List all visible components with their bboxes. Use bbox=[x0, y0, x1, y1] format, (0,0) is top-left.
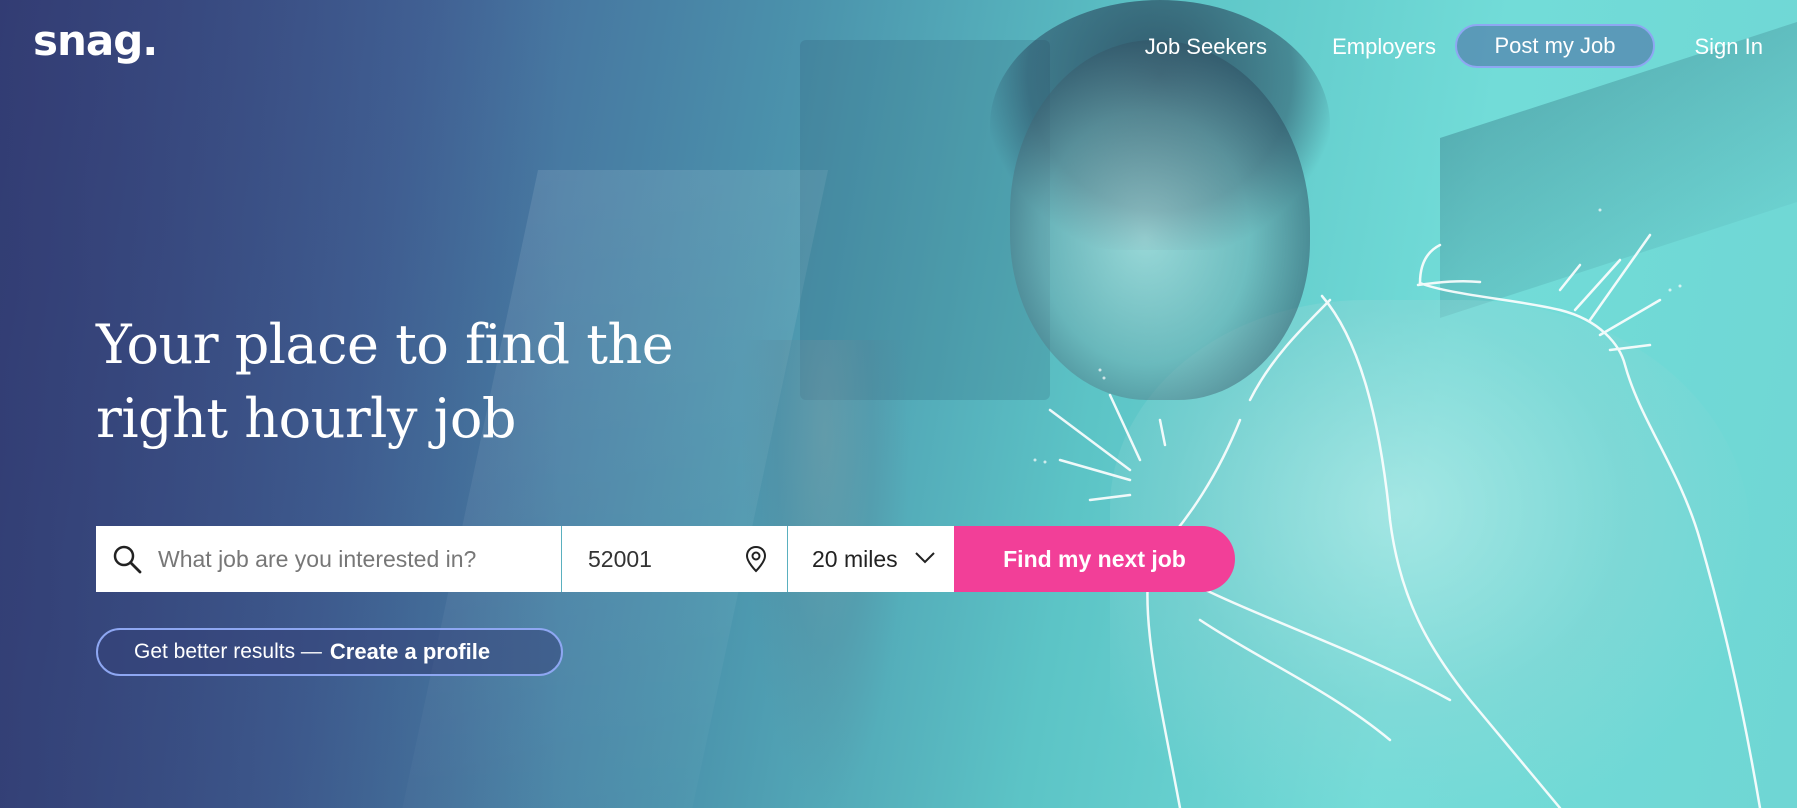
location-pin-icon[interactable] bbox=[745, 545, 767, 573]
create-profile-button[interactable]: Get better results — Create a profile bbox=[96, 628, 563, 676]
post-my-job-button[interactable]: Post my Job bbox=[1455, 24, 1655, 68]
background-window bbox=[401, 170, 829, 808]
hero-headline: Your place to find the right hourly job bbox=[96, 308, 796, 456]
radius-value: 20 miles bbox=[812, 545, 898, 572]
headline-line-2: right hourly job bbox=[96, 387, 516, 450]
chevron-down-icon bbox=[915, 552, 935, 564]
profile-prompt-lead: Get better results — bbox=[134, 640, 322, 663]
location-field bbox=[562, 526, 788, 592]
radius-select[interactable]: 20 miles bbox=[788, 526, 954, 592]
find-job-button[interactable]: Find my next job bbox=[954, 526, 1235, 592]
snag-logo[interactable]: snag. bbox=[33, 16, 158, 65]
search-icon bbox=[113, 545, 142, 574]
job-search-form: 20 miles Find my next job bbox=[96, 526, 1235, 592]
job-search-input[interactable] bbox=[156, 544, 550, 574]
headline-line-1: Your place to find the bbox=[96, 313, 674, 376]
create-profile-label: Create a profile bbox=[329, 639, 491, 664]
nav-job-seekers[interactable]: Job Seekers bbox=[1145, 34, 1267, 60]
zip-code-input[interactable] bbox=[586, 544, 730, 574]
top-navigation: Job Seekers Employers Post my Job Sign I… bbox=[797, 0, 1797, 96]
sign-in-link[interactable]: Sign In bbox=[1695, 34, 1764, 60]
job-search-field bbox=[96, 526, 562, 592]
nav-employers[interactable]: Employers bbox=[1332, 34, 1436, 60]
hero-section: snag. Job Seekers Employers Post my Job … bbox=[0, 0, 1797, 808]
